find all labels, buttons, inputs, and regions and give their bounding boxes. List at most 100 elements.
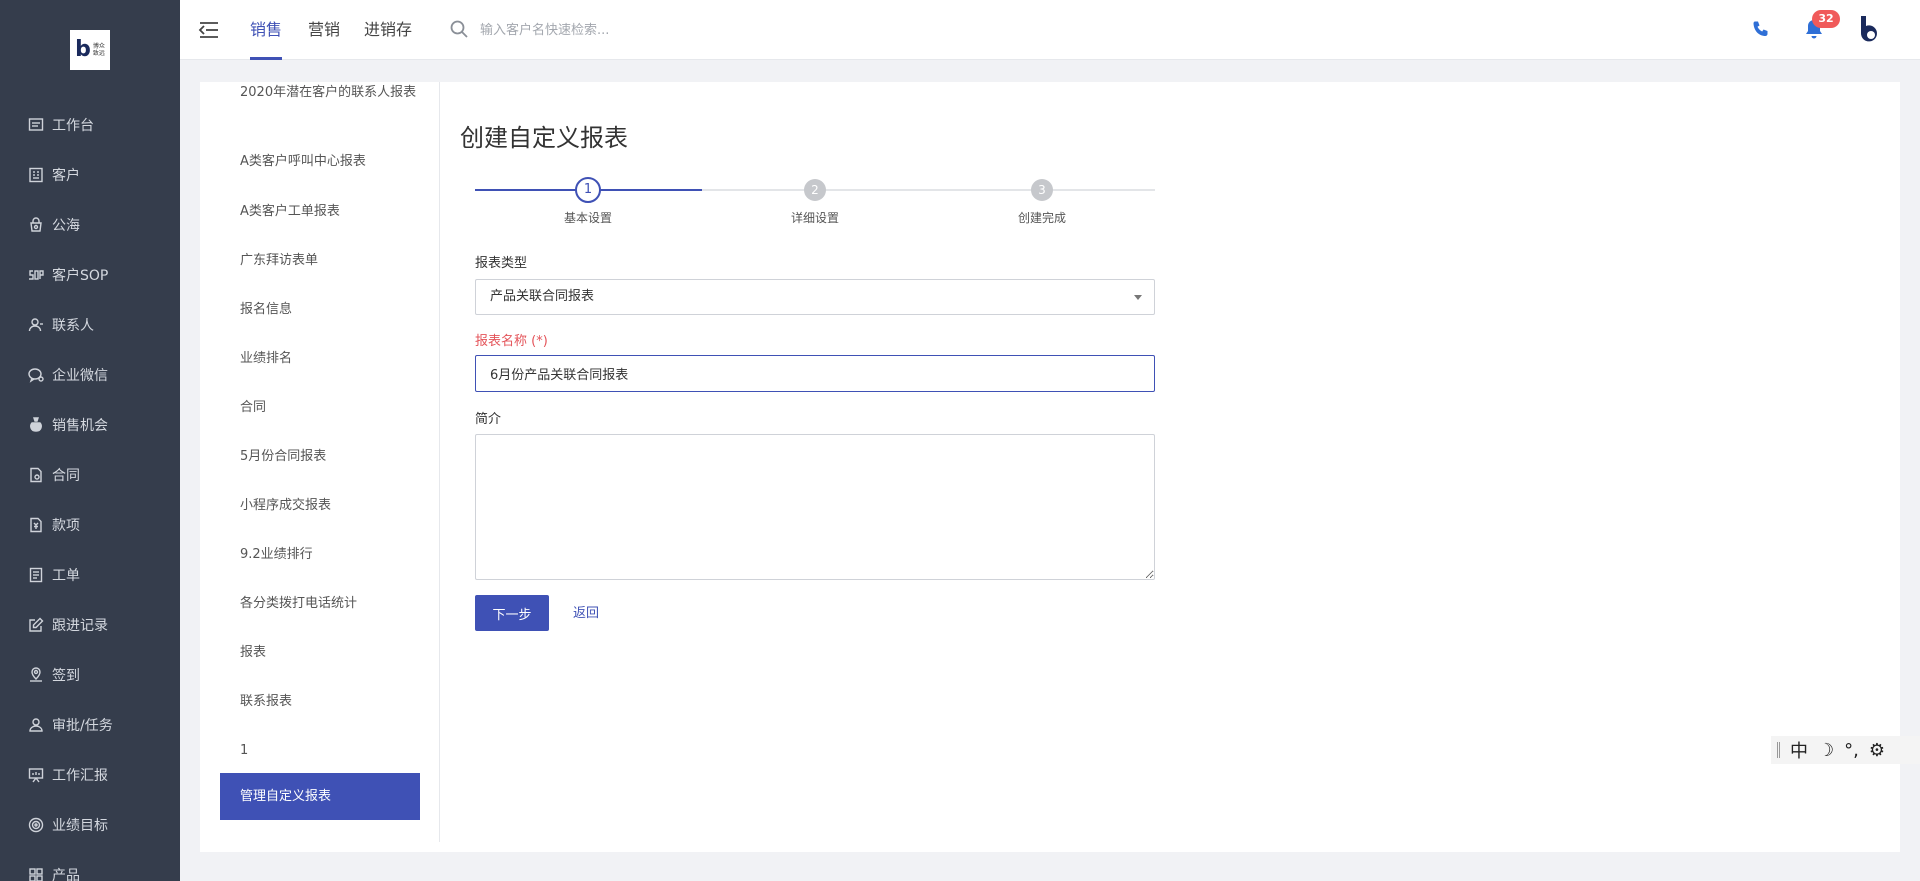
report-list-item[interactable]: 9.2业绩排行 (240, 544, 430, 565)
report-list-item[interactable]: 小程序成交报表 (240, 495, 430, 516)
sidebar-item-followup[interactable]: 跟进记录 (0, 600, 180, 650)
logo-text: 博众 致远 (92, 43, 105, 57)
sidebar-item-label: 联系人 (52, 318, 94, 334)
report-list-item[interactable]: A类客户工单报表 (240, 201, 430, 222)
sidebar-item-opportunity[interactable]: 销售机会 (0, 400, 180, 450)
report-list-item[interactable]: 合同 (240, 397, 430, 418)
sidebar-item-wecom[interactable]: 企业微信 (0, 350, 180, 400)
step-3-circle: 3 (1031, 179, 1053, 201)
report-list-item[interactable]: 1 (240, 740, 430, 761)
tab-inventory[interactable]: 进销存 (364, 0, 412, 60)
report-list-item[interactable]: 广东拜访表单 (240, 250, 430, 271)
report-type-label: 报表类型 (475, 256, 528, 271)
sidebar-item-product[interactable]: 产品 (0, 850, 180, 881)
sidebar-item-label: 款项 (52, 518, 80, 534)
sidebar-item-label: 销售机会 (52, 418, 108, 434)
wechat-icon (28, 367, 44, 383)
sidebar-item-label: 客户 (52, 168, 80, 184)
sidebar-item-label: 工单 (52, 568, 80, 584)
sidebar-item-customer-sop[interactable]: 客户SOP (0, 250, 180, 300)
sidebar-item-label: 客户SOP (52, 268, 109, 284)
sidebar-item-label: 企业微信 (52, 368, 108, 384)
sidebar-item-label: 合同 (52, 468, 80, 484)
step-3-label: 创建完成 (1017, 211, 1066, 225)
sidebar-item-customer[interactable]: 客户 (0, 150, 180, 200)
sidebar-item-contract[interactable]: 合同 (0, 450, 180, 500)
building-icon (28, 167, 44, 183)
drag-handle-icon[interactable] (1777, 742, 1780, 758)
payment-icon (28, 517, 44, 533)
sidebar-item-contacts[interactable]: 联系人 (0, 300, 180, 350)
sidebar-nav: 工作台 客户 公海 客户SOP 联系人 企业微信 销售机会 合同 款项 工单 跟… (0, 100, 180, 881)
sop-icon (28, 267, 44, 283)
create-report-form: 创建自定义报表 1 2 3 基本设置 详细设置 创建完成 报表类型 产品关联合同… (460, 82, 1260, 842)
search-icon[interactable] (450, 20, 468, 38)
report-type-select[interactable]: 产品关联合同报表 (475, 279, 1155, 315)
intro-textarea[interactable] (475, 434, 1155, 580)
pool-icon (28, 217, 44, 233)
ticket-icon (28, 567, 44, 583)
sidebar-item-public-pool[interactable]: 公海 (0, 200, 180, 250)
punctuation-toggle[interactable]: °, (1844, 740, 1859, 761)
menu-collapse-icon[interactable] (198, 20, 220, 40)
chevron-down-icon (1134, 295, 1142, 300)
sidebar-item-label: 工作台 (52, 118, 94, 134)
report-name-label: 报表名称 (*) (475, 334, 548, 349)
report-list-item[interactable]: 联系报表 (240, 691, 430, 712)
sidebar-item-label: 产品 (52, 868, 80, 881)
sidebar-item-label: 业绩目标 (52, 818, 108, 834)
report-icon (28, 767, 44, 783)
approval-icon (28, 717, 44, 733)
customer-search-input[interactable] (480, 18, 780, 42)
sidebar-item-checkin[interactable]: 签到 (0, 650, 180, 700)
report-type-value: 产品关联合同报表 (490, 289, 595, 304)
target-icon (28, 817, 44, 833)
sidebar-item-label: 公海 (52, 218, 80, 234)
logo-mark: b (75, 37, 91, 62)
step-2-circle: 2 (804, 179, 826, 201)
tab-marketing[interactable]: 营销 (308, 0, 340, 60)
next-step-button[interactable]: 下一步 (475, 595, 549, 631)
report-list-item[interactable]: 各分类拨打电话统计 (240, 593, 430, 614)
top-bar: 销售 营销 进销存 32 (180, 0, 1920, 60)
phone-icon[interactable] (1751, 19, 1771, 39)
step-remaining-line (702, 189, 1155, 191)
step-1-circle: 1 (575, 177, 601, 203)
edit-icon (28, 617, 44, 633)
product-icon (28, 867, 44, 881)
contact-icon (28, 317, 44, 333)
report-list-item[interactable]: 2020年潜在客户的联系人报表 (240, 82, 430, 103)
step-2-label: 详细设置 (790, 211, 839, 225)
report-list-item[interactable]: 报名信息 (240, 299, 430, 320)
sidebar-item-dashboard[interactable]: 工作台 (0, 100, 180, 150)
money-bag-icon (28, 417, 44, 433)
intro-label: 简介 (475, 412, 502, 427)
content-card: 2020年潜在客户的联系人报表 A类客户呼叫中心报表 A类客户工单报表 广东拜访… (200, 82, 1900, 852)
report-list-item[interactable]: 业绩排名 (240, 348, 430, 369)
sidebar-item-target[interactable]: 业绩目标 (0, 800, 180, 850)
gear-icon[interactable]: ⚙ (1869, 740, 1885, 761)
location-icon (28, 667, 44, 683)
sidebar-item-approval[interactable]: 审批/任务 (0, 700, 180, 750)
step-1-label: 基本设置 (563, 211, 612, 225)
sidebar-item-ticket[interactable]: 工单 (0, 550, 180, 600)
sidebar-item-work-report[interactable]: 工作汇报 (0, 750, 180, 800)
report-name-input[interactable] (475, 355, 1155, 392)
brand-logo-icon[interactable] (1858, 14, 1884, 46)
ime-chinese-mode-toggle[interactable]: 中 (1790, 737, 1808, 763)
report-list-item[interactable]: 5月份合同报表 (240, 446, 430, 467)
back-link[interactable]: 返回 (573, 602, 599, 621)
notification-badge: 32 (1812, 10, 1840, 28)
company-logo[interactable]: b 博众 致远 (70, 30, 110, 70)
moon-icon[interactable]: ☽ (1818, 740, 1834, 761)
report-list-item-manage-custom[interactable]: 管理自定义报表 (220, 773, 420, 820)
report-list-item[interactable]: 报表 (240, 642, 430, 663)
report-list-item[interactable]: A类客户呼叫中心报表 (240, 151, 430, 172)
dashboard-icon (28, 117, 44, 133)
step-indicator: 1 2 3 基本设置 详细设置 创建完成 (475, 177, 1155, 227)
sidebar-item-label: 工作汇报 (52, 768, 108, 784)
sidebar-item-payment[interactable]: 款项 (0, 500, 180, 550)
report-list: 2020年潜在客户的联系人报表 A类客户呼叫中心报表 A类客户工单报表 广东拜访… (200, 82, 440, 842)
contract-icon (28, 467, 44, 483)
tab-sales[interactable]: 销售 (250, 0, 283, 60)
